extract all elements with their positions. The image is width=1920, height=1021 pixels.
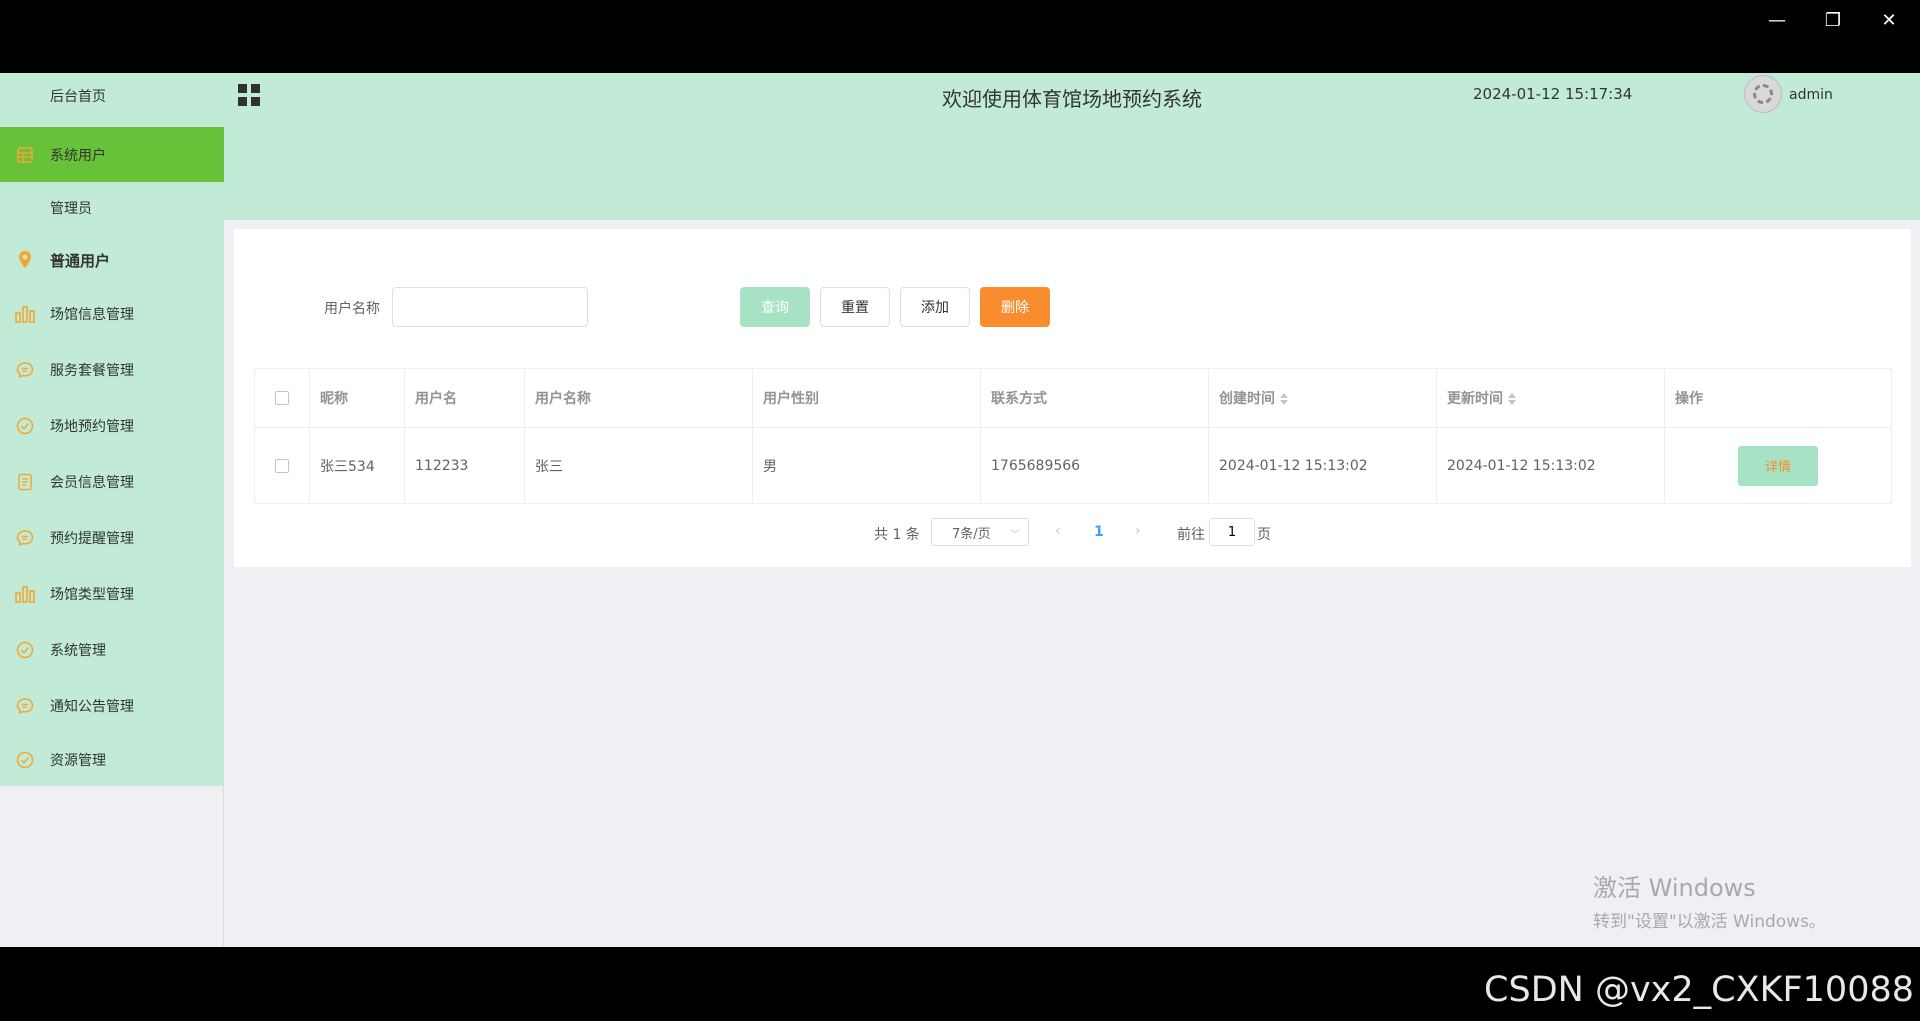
sidebar-item-normal-users[interactable]: 普通用户 [0, 234, 224, 286]
title-bar: — ❐ ✕ [0, 0, 1920, 73]
sidebar-item-label: 通知公告管理 [50, 699, 134, 715]
sidebar-item-label: 会员信息管理 [50, 475, 134, 491]
cell-updated: 2024-01-12 15:13:02 [1436, 427, 1665, 504]
sidebar-item-label: 管理员 [50, 201, 92, 217]
column-header-phone: 联系方式 [980, 368, 1209, 428]
sidebar-item-venue-info[interactable]: 场馆信息管理 [0, 286, 224, 342]
chevron-down-icon: ﹀ [1010, 530, 1020, 541]
csdn-watermark: CSDN @vx2_CXKF10088 [1484, 970, 1914, 1010]
pagination-total: 共 1 条 [874, 527, 920, 543]
chat-icon [15, 528, 35, 548]
header: 欢迎使用体育馆场地预约系统 2024-01-12 15:17:34 admin [224, 73, 1920, 220]
search-label: 用户名称 [324, 301, 380, 317]
header-clock: 2024-01-12 15:17:34 [1473, 85, 1633, 103]
sidebar-item-venue-type[interactable]: 场馆类型管理 [0, 566, 224, 622]
delete-button[interactable]: 删除 [980, 287, 1050, 327]
sidebar-item-label: 场地预约管理 [50, 419, 134, 435]
check-circle-icon [15, 640, 35, 660]
avatar[interactable] [1744, 75, 1782, 113]
chat-icon [15, 360, 35, 380]
row-checkbox[interactable] [275, 458, 289, 473]
main-panel: 用户名称 查询 重置 添加 删除 昵称 用户名 用户名称 用户性别 联系方式 创… [234, 229, 1911, 567]
sidebar-item-booking-reminder[interactable]: 预约提醒管理 [0, 510, 224, 566]
row-select-cell [254, 427, 310, 504]
windows-activation-watermark: 激活 Windows 转到"设置"以激活 Windows。 [1593, 868, 1826, 932]
sidebar-item-label: 场馆信息管理 [50, 307, 134, 323]
query-button[interactable]: 查询 [740, 287, 810, 327]
bar-chart-icon [15, 304, 35, 324]
column-header-name: 用户名称 [524, 368, 753, 428]
chat-icon [15, 696, 35, 716]
select-all-cell [254, 368, 310, 428]
column-header-actions: 操作 [1664, 368, 1892, 428]
activation-subtitle: 转到"设置"以激活 Windows。 [1593, 912, 1826, 932]
sidebar-item-home[interactable]: 后台首页 [0, 73, 224, 118]
column-header-label: 更新时间 [1447, 391, 1503, 407]
restore-button[interactable]: ❐ [1805, 0, 1861, 40]
goto-suffix: 页 [1257, 527, 1271, 543]
table-header-row: 昵称 用户名 用户名称 用户性别 联系方式 创建时间 更新时间 操作 [254, 368, 1892, 428]
sidebar-item-system-management[interactable]: 系统管理 [0, 622, 224, 678]
sort-icon[interactable] [1280, 392, 1288, 406]
users-table: 昵称 用户名 用户名称 用户性别 联系方式 创建时间 更新时间 操作 张三534… [254, 368, 1892, 504]
sidebar-item-label: 系统用户 [50, 147, 106, 164]
header-username[interactable]: admin [1789, 87, 1833, 103]
table-row: 张三534 112233 张三 男 1765689566 2024-01-12 … [254, 427, 1892, 504]
page-size-value: 7条/页 [952, 526, 991, 542]
check-circle-icon [15, 416, 35, 436]
column-header-username: 用户名 [404, 368, 525, 428]
sidebar-item-admin[interactable]: 管理员 [0, 182, 224, 234]
sidebar-item-label: 后台首页 [50, 88, 106, 105]
sidebar-item-resources[interactable]: 资源管理 [0, 734, 224, 786]
sidebar-item-label: 预约提醒管理 [50, 531, 134, 547]
add-button[interactable]: 添加 [900, 287, 970, 327]
cell-username: 112233 [404, 427, 525, 504]
sidebar-empty-area [0, 786, 224, 947]
activation-title: 激活 Windows [1593, 874, 1756, 902]
location-pin-icon [15, 250, 35, 270]
app-window: 后台首页 系统用户 管理员 普通用户 场馆信息管理 服务套餐管理 场地预约管理 … [0, 73, 1920, 947]
cell-name: 张三 [524, 427, 753, 504]
minimize-button[interactable]: — [1749, 0, 1805, 40]
page-number-current[interactable]: 1 [1094, 524, 1104, 540]
column-header-gender: 用户性别 [752, 368, 981, 428]
select-all-checkbox[interactable] [275, 391, 289, 405]
goto-page-input[interactable] [1209, 518, 1255, 546]
page-title: 欢迎使用体育馆场地预约系统 [942, 87, 1202, 111]
check-circle-icon [15, 750, 35, 770]
column-header-created[interactable]: 创建时间 [1208, 368, 1437, 428]
document-icon [15, 472, 35, 492]
sidebar-item-label: 资源管理 [50, 753, 106, 769]
pagination: 共 1 条 7条/页 ﹀ ‹ 1 › 前往 页 [234, 518, 1911, 548]
search-input[interactable] [392, 287, 588, 327]
column-header-updated[interactable]: 更新时间 [1436, 368, 1665, 428]
reset-button[interactable]: 重置 [820, 287, 890, 327]
bar-chart-icon [15, 584, 35, 604]
page-size-select[interactable]: 7条/页 ﹀ [931, 518, 1029, 546]
cell-actions: 详情 [1664, 427, 1892, 504]
sort-icon[interactable] [1508, 392, 1516, 406]
column-header-nickname: 昵称 [309, 368, 405, 428]
sidebar: 后台首页 系统用户 管理员 普通用户 场馆信息管理 服务套餐管理 场地预约管理 … [0, 73, 224, 786]
cell-gender: 男 [752, 427, 981, 504]
goto-prefix: 前往 [1177, 527, 1205, 543]
sidebar-item-member-info[interactable]: 会员信息管理 [0, 454, 224, 510]
cell-nickname: 张三534 [309, 427, 405, 504]
prev-page-icon[interactable]: ‹ [1055, 523, 1061, 539]
detail-button[interactable]: 详情 [1738, 445, 1818, 486]
sidebar-item-venue-booking[interactable]: 场地预约管理 [0, 398, 224, 454]
column-header-label: 创建时间 [1219, 391, 1275, 407]
close-window-button[interactable]: ✕ [1861, 0, 1917, 40]
sidebar-item-system-users[interactable]: 系统用户 [0, 127, 224, 182]
sidebar-item-service-package[interactable]: 服务套餐管理 [0, 342, 224, 398]
sidebar-item-label: 普通用户 [50, 251, 111, 270]
cell-phone: 1765689566 [980, 427, 1209, 504]
user-table-icon [15, 145, 35, 165]
sidebar-item-label: 场馆类型管理 [50, 587, 134, 603]
sidebar-item-label: 服务套餐管理 [50, 363, 134, 379]
sidebar-item-notice[interactable]: 通知公告管理 [0, 678, 224, 734]
cell-created: 2024-01-12 15:13:02 [1208, 427, 1437, 504]
next-page-icon[interactable]: › [1135, 523, 1141, 539]
sidebar-item-label: 系统管理 [50, 643, 106, 659]
